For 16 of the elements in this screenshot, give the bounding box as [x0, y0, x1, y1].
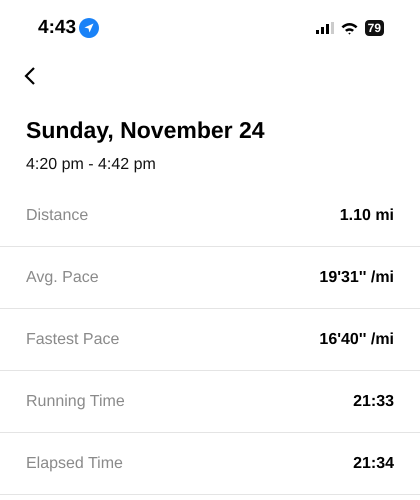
- wifi-icon: [340, 22, 358, 34]
- stat-value: 19'31'' /mi: [319, 268, 394, 286]
- stat-label: Distance: [26, 206, 88, 224]
- activity-date: Sunday, November 24: [26, 116, 266, 144]
- stat-label: Fastest Pace: [26, 330, 120, 348]
- stat-value: 1.10 mi: [340, 206, 394, 224]
- stat-value: 16'40'' /mi: [319, 330, 394, 348]
- battery-level: 79: [364, 20, 384, 36]
- signal-icon: [316, 22, 334, 34]
- status-time: 4:43: [38, 17, 76, 39]
- stat-value: 21:33: [353, 392, 394, 410]
- stat-value: 21:34: [353, 454, 394, 472]
- time-range: 4:20 pm - 4:42 pm: [26, 155, 157, 175]
- stat-label: Avg. Pace: [26, 268, 99, 286]
- stat-label: Running Time: [26, 392, 125, 410]
- stat-label: Elapsed Time: [26, 454, 123, 472]
